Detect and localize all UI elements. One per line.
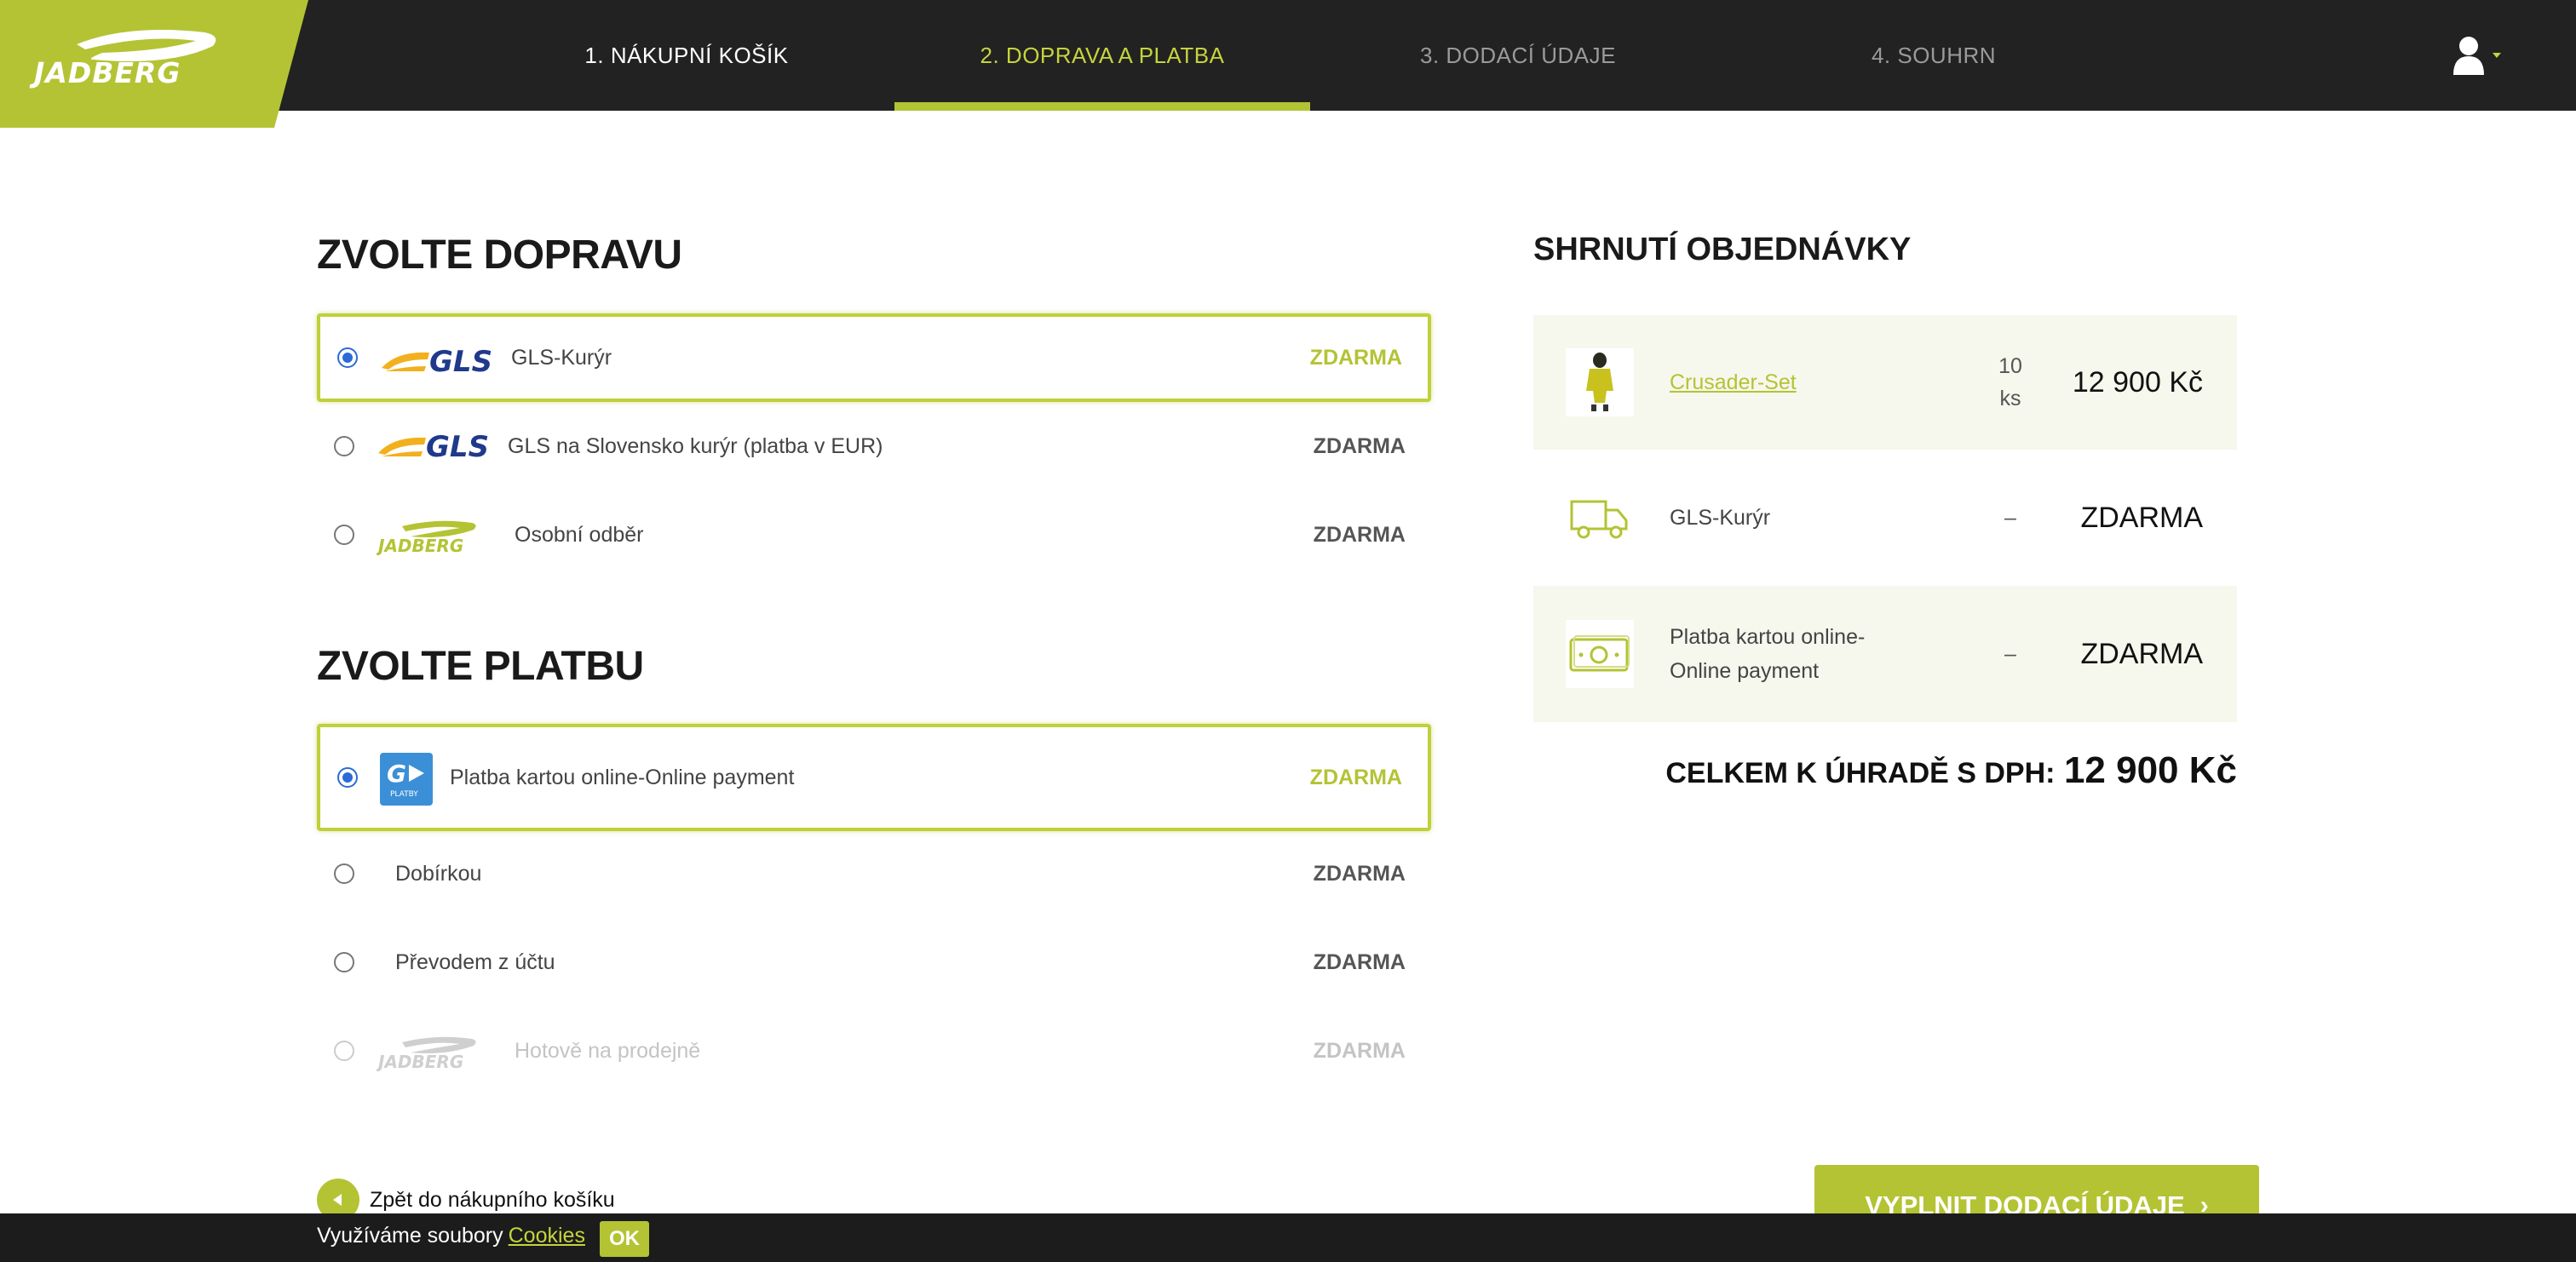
shipping-section-title: ZVOLTE DOPRAVU	[317, 232, 682, 278]
product-qty-unit: ks	[1999, 387, 2021, 410]
product-qty-value: 10	[1998, 354, 2022, 378]
payment-option-label: Dobírkou	[395, 861, 482, 886]
payment-section-title: ZVOLTE PLATBU	[317, 644, 644, 689]
payment-option-label: Platba kartou online-Online payment	[450, 765, 795, 789]
shipping-option-label: Osobní odběr	[515, 522, 644, 547]
svg-text:G: G	[387, 760, 406, 788]
cookies-link[interactable]: Cookies	[509, 1224, 585, 1248]
payment-option-price: ZDARMA	[1313, 861, 1406, 886]
svg-text:JADBERG: JADBERG	[377, 1052, 463, 1071]
order-total: CELKEM K ÚHRADĚ S DPH: 12 900 Kč	[1665, 749, 2237, 792]
user-icon[interactable]	[2452, 34, 2503, 77]
step-delivery-details[interactable]: 3. DODACÍ ÚDAJE	[1310, 0, 1726, 111]
product-price: 12 900 Kč	[2072, 365, 2203, 399]
payment-radio-dobirka[interactable]	[334, 863, 354, 884]
shipping-radio-osobni-odber[interactable]	[334, 525, 354, 545]
shipping-method-name: GLS-Kurýr	[1670, 506, 1771, 530]
product-quantity: 10 ks	[1951, 350, 2070, 415]
svg-text:JADBERG: JADBERG	[377, 536, 463, 555]
payment-option-hotove: JADBERG Hotově na prodejně ZDARMA	[317, 1007, 1431, 1095]
jadberg-logo[interactable]: JADBERG	[0, 0, 308, 128]
shipping-option-label: GLS-Kurýr	[511, 345, 612, 370]
svg-text:GLS: GLS	[429, 345, 492, 376]
shipping-radio-gls-kuryr[interactable]	[337, 347, 358, 368]
payment-option-card-online[interactable]: G PLATBY Platba kartou online-Online pay…	[317, 724, 1431, 831]
shipping-option-osobni-odber[interactable]: JADBERG Osobní odběr ZDARMA	[317, 490, 1431, 579]
jadberg-logo: JADBERG	[375, 518, 499, 559]
payment-name-line2: Online payment	[1670, 659, 1820, 683]
jadberg-logo: JADBERG	[375, 1034, 499, 1075]
top-navigation-bar: 1. NÁKUPNÍ KOŠÍK 2. DOPRAVA A PLATBA 3. …	[0, 0, 2576, 111]
payment-option-prevod[interactable]: Převodem z účtu ZDARMA	[317, 918, 1431, 1007]
order-summary-title: SHRNUTÍ OBJEDNÁVKY	[1533, 232, 1912, 267]
payment-name-line1: Platba kartou online-	[1670, 625, 1866, 649]
shipping-option-price: ZDARMA	[1313, 522, 1406, 547]
payment-option-label: Převodem z účtu	[395, 949, 555, 974]
payment-radio-card-online[interactable]	[337, 767, 358, 788]
gls-logo: GLS	[377, 427, 494, 465]
logo-text: JADBERG	[34, 56, 181, 89]
payment-method-name: Platba kartou online- Online payment	[1670, 620, 1865, 688]
payment-qty: –	[2004, 642, 2016, 666]
shipping-option-label: GLS na Slovensko kurýr (platba v EUR)	[508, 433, 883, 458]
cash-icon	[1566, 620, 1634, 688]
total-label: CELKEM K ÚHRADĚ S DPH:	[1665, 757, 2056, 789]
payment-radio-prevod[interactable]	[334, 952, 354, 972]
shipping-option-gls-kuryr[interactable]: GLS GLS-Kurýr ZDARMA	[317, 313, 1431, 402]
summary-row-product: Crusader-Set 10 ks 12 900 Kč	[1533, 315, 2237, 450]
checkout-steps: 1. NÁKUPNÍ KOŠÍK 2. DOPRAVA A PLATBA 3. …	[0, 0, 2576, 111]
payment-price: ZDARMA	[2080, 637, 2203, 670]
payment-option-price: ZDARMA	[1313, 1038, 1406, 1063]
shipping-price: ZDARMA	[2080, 501, 2203, 534]
cookie-message: Využíváme soubory	[317, 1224, 503, 1248]
shipping-option-price: ZDARMA	[1313, 433, 1406, 458]
step-cart[interactable]: 1. NÁKUPNÍ KOŠÍK	[479, 0, 894, 111]
product-thumbnail[interactable]	[1566, 348, 1634, 416]
payment-option-price: ZDARMA	[1309, 765, 1402, 789]
cookie-ok-button[interactable]: OK	[600, 1221, 649, 1257]
payment-option-dobirka[interactable]: Dobírkou ZDARMA	[317, 829, 1431, 918]
back-to-cart-label[interactable]: Zpět do nákupního košíku	[370, 1188, 615, 1213]
shipping-radio-gls-slovensko[interactable]	[334, 436, 354, 456]
gopay-logo-text: PLATBY	[390, 790, 418, 799]
summary-row-shipping: GLS-Kurýr – ZDARMA	[1533, 450, 2237, 586]
cookie-text: Využíváme soubory Cookies	[317, 1224, 585, 1248]
product-link[interactable]: Crusader-Set	[1670, 365, 1797, 399]
payment-radio-hotove	[334, 1041, 354, 1061]
payment-option-price: ZDARMA	[1313, 949, 1406, 974]
truck-icon	[1566, 484, 1634, 552]
svg-text:GLS: GLS	[426, 430, 489, 462]
payment-option-label: Hotově na prodejně	[515, 1038, 701, 1063]
gls-logo: GLS	[380, 342, 497, 380]
shipping-option-gls-slovensko[interactable]: GLS GLS na Slovensko kurýr (platba v EUR…	[317, 402, 1431, 490]
shipping-qty: –	[2004, 506, 2016, 530]
step-shipping-payment[interactable]: 2. DOPRAVA A PLATBA	[894, 0, 1310, 111]
summary-row-payment: Platba kartou online- Online payment – Z…	[1533, 586, 2237, 722]
step-summary[interactable]: 4. SOUHRN	[1726, 0, 2142, 111]
cookie-bar: Využíváme soubory Cookies OK	[0, 1213, 2576, 1262]
total-value: 12 900 Kč	[2063, 749, 2237, 791]
gopay-logo: G	[380, 753, 433, 809]
shipping-option-price: ZDARMA	[1309, 345, 1402, 370]
